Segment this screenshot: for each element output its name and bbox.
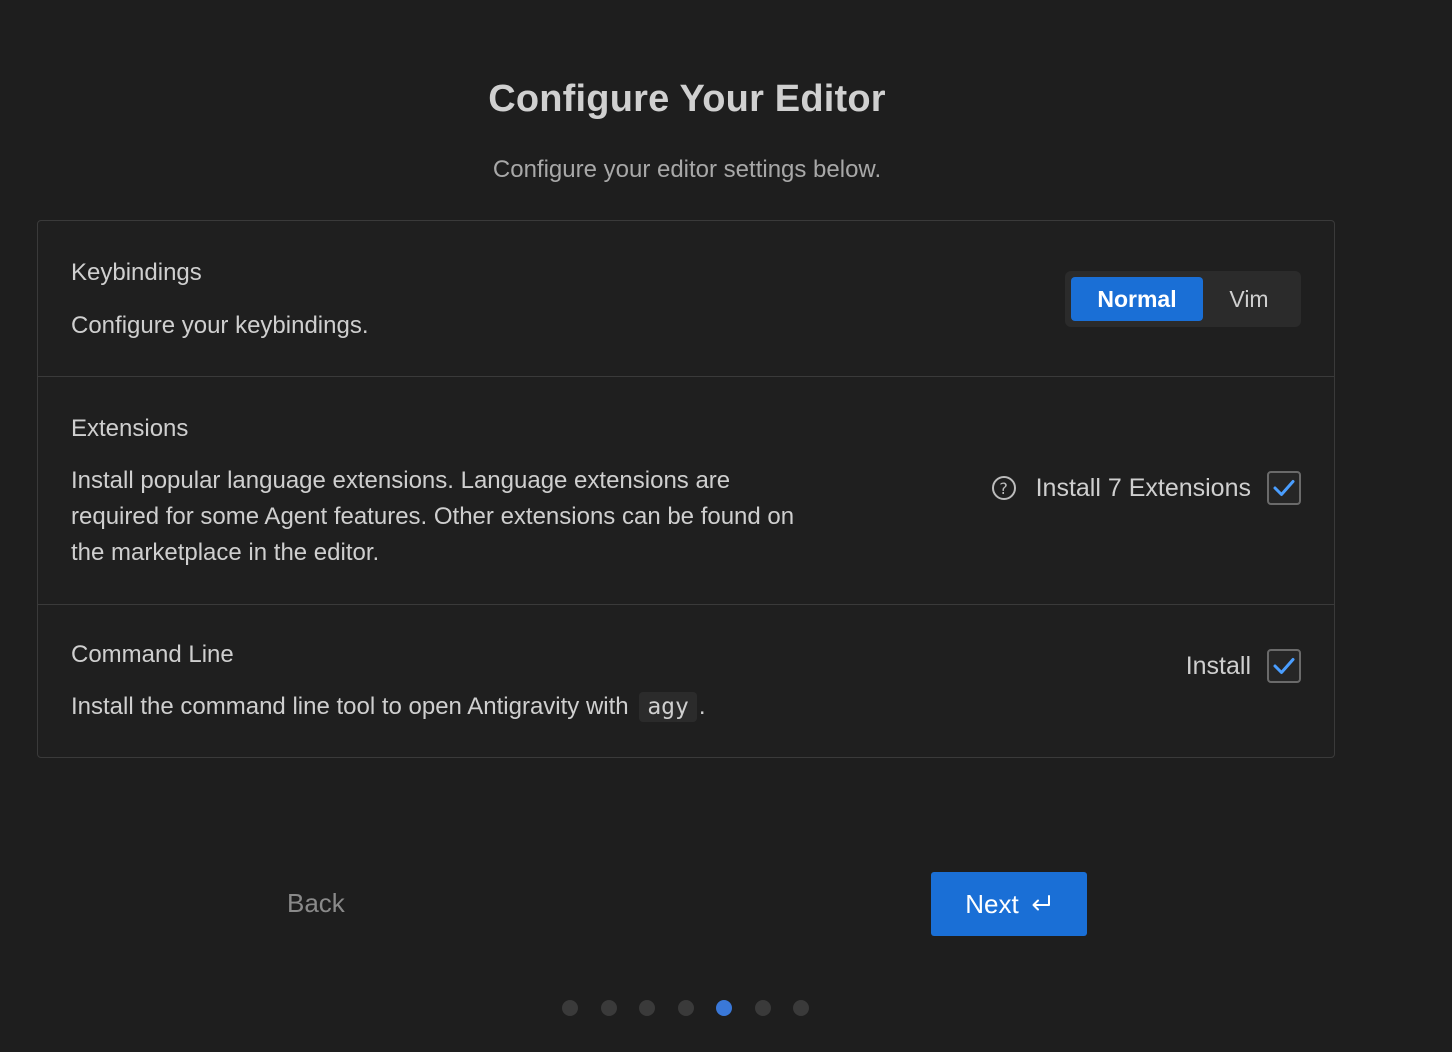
keybindings-vim-button[interactable]: Vim [1203, 277, 1295, 321]
command-line-description-suffix: . [698, 693, 706, 720]
keybindings-title: Keybindings [71, 259, 202, 286]
extensions-title: Extensions [71, 415, 189, 442]
command-line-description: Install the command line tool to open An… [71, 689, 706, 725]
next-button[interactable]: Next [931, 872, 1087, 936]
step-dot[interactable] [639, 1000, 655, 1016]
extensions-description: Install popular language extensions. Lan… [71, 467, 795, 566]
step-dot-active[interactable] [716, 1000, 732, 1016]
checkmark-icon [1273, 480, 1295, 496]
keybindings-toggle: Normal Vim [1065, 271, 1301, 327]
extensions-row: Extensions Install popular language exte… [38, 376, 1334, 604]
step-indicator [562, 1000, 832, 1016]
checkmark-icon [1273, 658, 1295, 674]
back-button[interactable]: Back [287, 888, 345, 919]
install-cli-option: Install [1186, 649, 1301, 683]
question-circle-icon[interactable]: ? [991, 476, 1016, 500]
install-extensions-option: ? Install 7 Extensions [991, 471, 1301, 505]
keybindings-normal-button[interactable]: Normal [1071, 277, 1203, 321]
install-extensions-label: Install 7 Extensions [1035, 473, 1251, 502]
step-dot[interactable] [677, 1000, 694, 1016]
command-line-description-text: Install the command line tool to open An… [71, 693, 629, 720]
page-title: Configure Your Editor [488, 78, 886, 120]
enter-return-icon [1029, 893, 1053, 915]
next-label: Next [965, 888, 1019, 919]
step-dot[interactable] [793, 1000, 809, 1016]
command-line-row: Command Line Install the command line to… [38, 604, 1334, 758]
step-dot[interactable] [600, 1000, 617, 1016]
step-dot[interactable] [754, 1000, 771, 1016]
install-cli-checkbox[interactable] [1267, 649, 1301, 683]
command-line-title: Command Line [71, 641, 234, 668]
page-subtitle: Configure your editor settings below. [492, 156, 882, 183]
install-cli-label: Install [1185, 651, 1251, 680]
onboarding-page: Configure Your Editor Configure your edi… [0, 0, 1452, 1052]
keybindings-description: Configure your keybindings. [71, 312, 369, 339]
step-dot[interactable] [562, 1000, 578, 1016]
command-code: agy [639, 692, 697, 722]
install-extensions-checkbox[interactable] [1267, 471, 1301, 505]
keybindings-row: Keybindings Configure your keybindings. … [38, 221, 1334, 376]
settings-card: Keybindings Configure your keybindings. … [37, 220, 1335, 758]
